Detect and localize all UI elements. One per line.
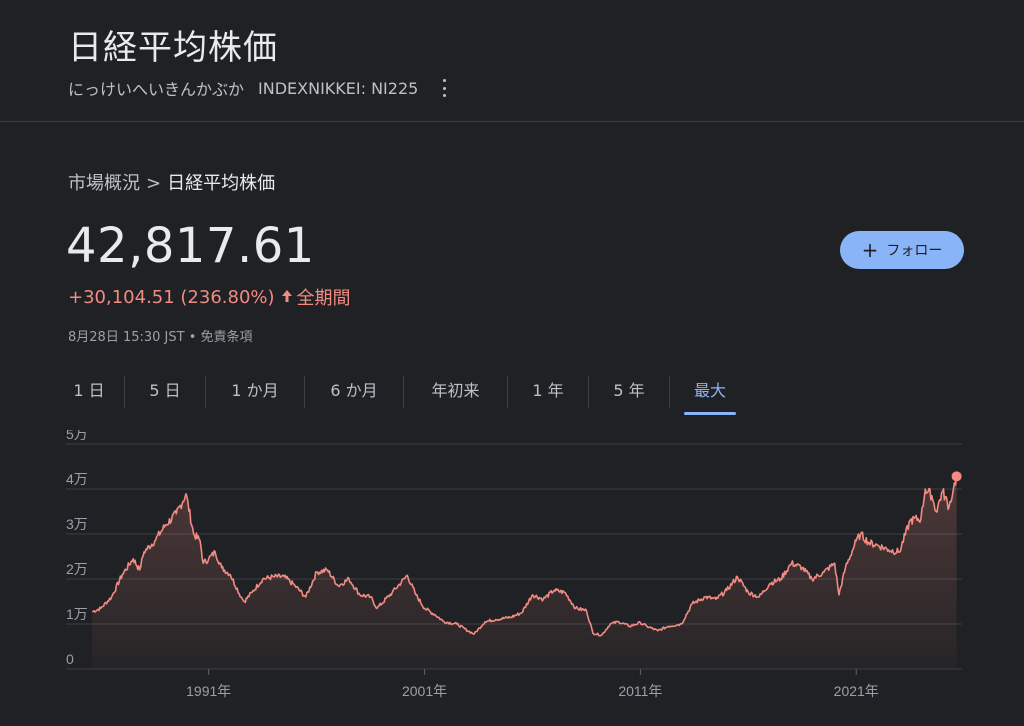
y-tick-label: 4万 [66, 471, 88, 487]
x-tick-label: 2001年 [402, 683, 447, 699]
title-reading: にっけいへいきんかぶか [68, 80, 245, 99]
y-tick-label: 0 [66, 651, 74, 667]
change-period: 全期間 [296, 288, 351, 309]
tab-ytd[interactable]: 年初来 [404, 373, 507, 411]
tab-max[interactable]: 最大 [684, 373, 736, 415]
tab-1m[interactable]: 1 か月 [206, 373, 304, 411]
chart-svg: 5万 4万 3万 2万 1万 0 1991年 2001年 2011年 2021年 [66, 430, 962, 699]
tab-5y[interactable]: 5 年 [589, 373, 669, 411]
breadcrumb-separator: > [146, 173, 162, 194]
header-divider [0, 121, 1024, 122]
quote-page: 日経平均株価 にっけいへいきんかぶか INDEXNIKKEI: NI225 市場… [0, 0, 1024, 726]
tab-1y[interactable]: 1 年 [508, 373, 588, 411]
price-chart[interactable]: 5万 4万 3万 2万 1万 0 1991年 2001年 2011年 2021年 [0, 430, 1024, 726]
tab-6m[interactable]: 6 か月 [305, 373, 403, 411]
breadcrumb-parent-link[interactable]: 市場概況 [68, 173, 140, 194]
x-tick-label: 1991年 [186, 683, 231, 699]
x-tick-label: 2021年 [834, 683, 879, 699]
current-price: 42,817.61 [66, 218, 315, 274]
tab-5d[interactable]: 5 日 [125, 373, 205, 411]
y-tick-label: 5万 [66, 430, 88, 442]
follow-button[interactable]: + フォロー [840, 231, 964, 269]
plus-icon: + [861, 238, 879, 262]
more-options-icon[interactable] [436, 79, 452, 97]
last-price-dot [951, 471, 962, 482]
y-tick-label: 3万 [66, 516, 88, 532]
follow-button-label: フォロー [886, 243, 943, 259]
tab-1d[interactable]: 1 日 [54, 373, 124, 411]
subtitle: にっけいへいきんかぶか INDEXNIKKEI: NI225 [68, 76, 452, 100]
quote-timestamp: 8月28日 15:30 JST • 免責条項 [68, 330, 253, 345]
price-area [92, 476, 957, 669]
y-tick-label: 1万 [66, 606, 88, 622]
breadcrumb: 市場概況 > 日経平均株価 [68, 169, 275, 195]
price-change: +30,104.51 (236.80%) 全期間 [68, 284, 351, 310]
arrow-up-icon [281, 287, 293, 308]
page-title: 日経平均株価 [68, 28, 278, 68]
breadcrumb-current: 日経平均株価 [167, 173, 276, 194]
change-value: +30,104.51 (236.80%) [68, 286, 275, 308]
x-tick-label: 2011年 [618, 683, 662, 699]
ticker-symbol: INDEXNIKKEI: NI225 [258, 78, 419, 98]
tab-divider [669, 376, 670, 408]
y-tick-label: 2万 [66, 561, 88, 577]
range-tabs: 1 日 5 日 1 か月 6 か月 年初来 1 年 5 年 最大 [54, 373, 736, 415]
